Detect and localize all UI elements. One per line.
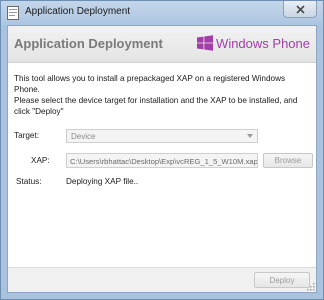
- target-select-value: Device: [71, 132, 96, 141]
- title-bar[interactable]: Application Deployment: [1, 1, 323, 25]
- browse-button[interactable]: Browse: [263, 153, 313, 168]
- description-text: This tool allows you to install a prepac…: [14, 73, 310, 117]
- description: This tool allows you to install a prepac…: [14, 74, 298, 116]
- status-label: Status:: [16, 177, 42, 186]
- target-select[interactable]: Device: [66, 129, 258, 143]
- resize-grip-icon[interactable]: [307, 283, 315, 291]
- xap-label: XAP:: [31, 156, 50, 165]
- brand-text: Windows Phone: [216, 35, 310, 51]
- dialog-footer: Deploy: [8, 267, 316, 292]
- target-label: Target:: [14, 131, 40, 140]
- deploy-button[interactable]: Deploy: [254, 272, 310, 288]
- windows-phone-logo: Windows Phone: [197, 35, 310, 51]
- windows-flag-icon: [197, 35, 214, 51]
- window-title: Application Deployment: [25, 6, 131, 17]
- close-button[interactable]: [283, 1, 317, 18]
- app-window: Application Deployment Application Deplo…: [0, 0, 324, 300]
- app-icon: [7, 6, 19, 20]
- status-value: Deploying XAP file..: [66, 177, 139, 186]
- dialog-content: Application Deployment Windows Phone Thi…: [7, 25, 317, 293]
- close-icon: [295, 4, 305, 14]
- xap-path-field[interactable]: C:\Users\rbhattac\Desktop\Exp\vcREG_1_5_…: [66, 153, 258, 168]
- header-title: Application Deployment: [14, 36, 163, 51]
- chevron-down-icon: [247, 134, 253, 138]
- dialog-header: Application Deployment Windows Phone: [8, 26, 316, 63]
